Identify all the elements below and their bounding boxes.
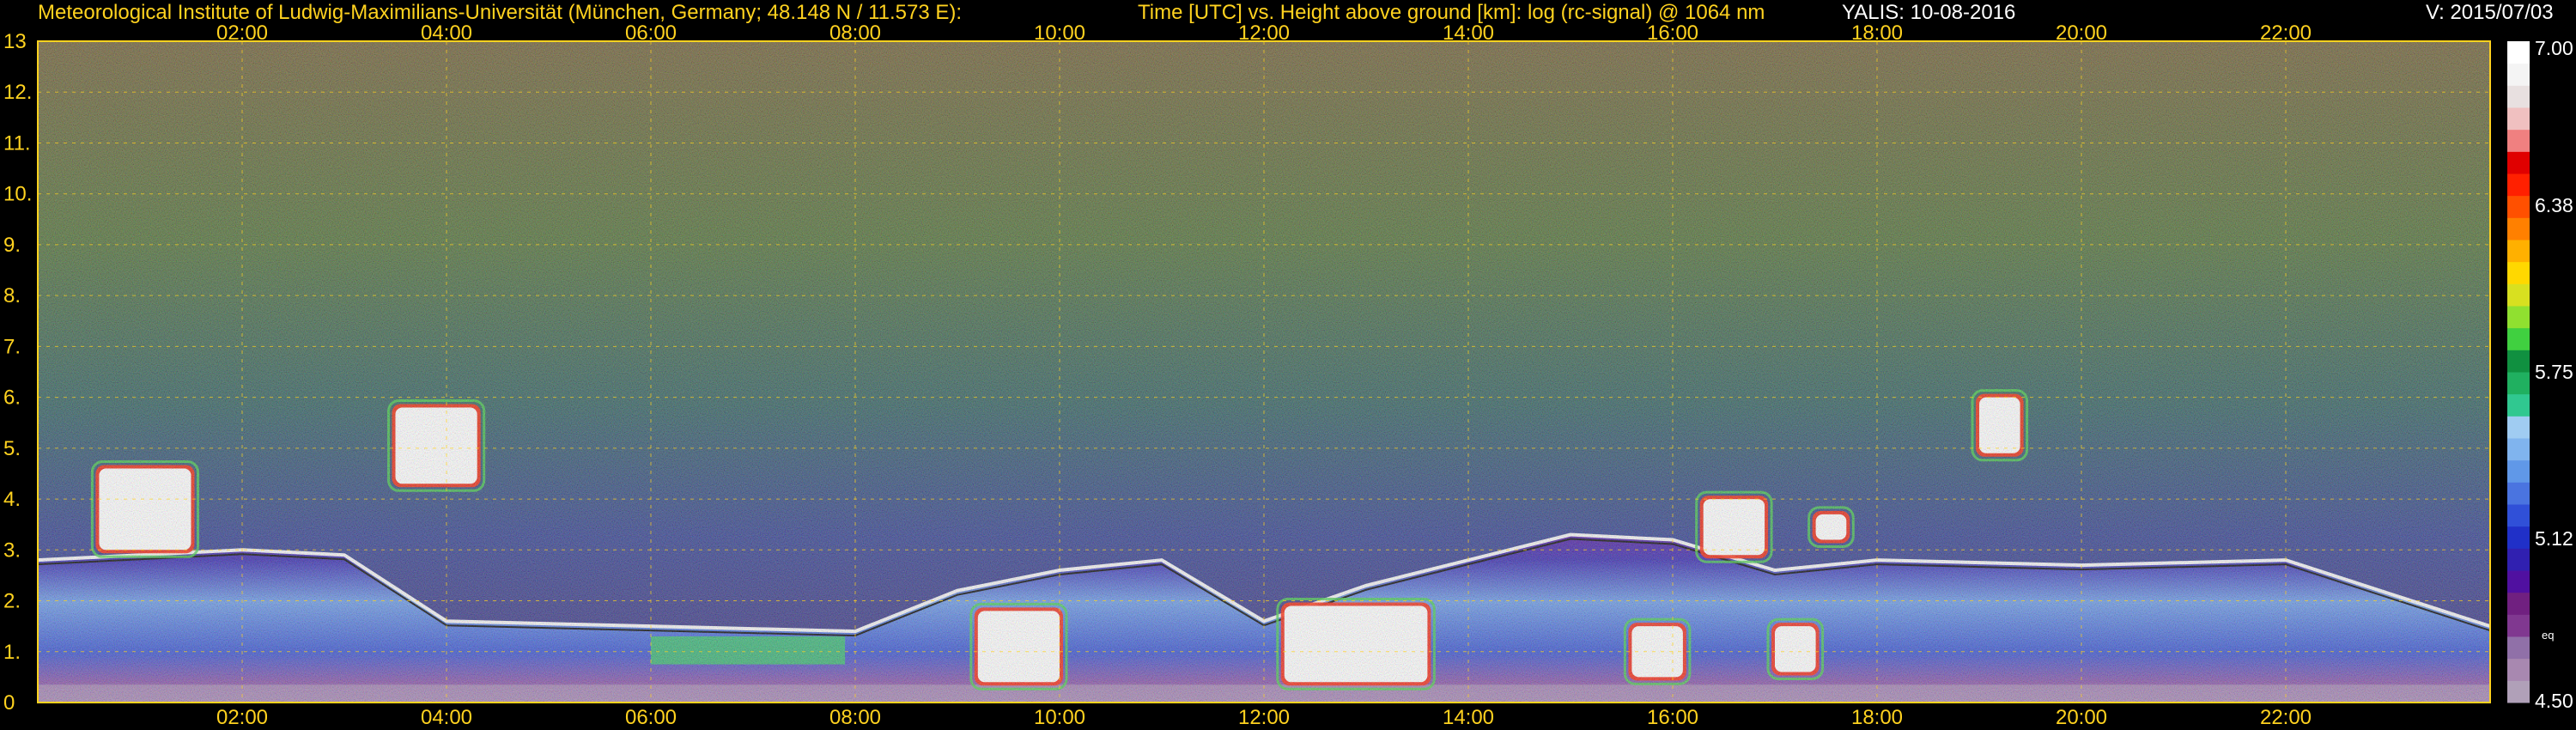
colorbar-swatch — [2507, 217, 2530, 240]
y-tick-label: 11. — [3, 131, 31, 155]
colorbar-swatches — [2507, 41, 2530, 703]
y-tick-label: 3. — [3, 538, 21, 562]
y-tick-label: 6. — [3, 386, 21, 410]
x-tick-label-bottom: 18:00 — [1851, 706, 1903, 729]
x-tick-label-bottom: 16:00 — [1647, 706, 1698, 729]
colorbar-swatch — [2507, 592, 2530, 615]
x-tick-label-bottom: 02:00 — [216, 706, 268, 729]
colorbar-extra-label: eq — [2542, 629, 2554, 642]
y-tick-label: 4. — [3, 488, 21, 511]
colorbar-tick-label: 5.75 — [2535, 361, 2573, 383]
colorbar-swatch — [2507, 173, 2530, 197]
colorbar-swatch — [2507, 438, 2530, 461]
x-tick-label-top: 12:00 — [1238, 21, 1290, 45]
colorbar-swatch — [2507, 151, 2530, 174]
y-tick-label: 1. — [3, 641, 21, 664]
y-tick-label: 2. — [3, 590, 21, 613]
y-axis: 0 1. 2. 3. 4. 5. 6. 7. 8. 9. 10. 11. 12. 13 — [3, 30, 32, 715]
colorbar-swatch — [2507, 240, 2530, 263]
colorbar-swatch — [2507, 195, 2530, 218]
colorbar-tick-label: 6.38 — [2535, 194, 2573, 216]
y-tick-label: 13 — [3, 30, 27, 53]
institute-label: Meteorological Institute of Ludwig-Maxim… — [38, 1, 962, 24]
x-tick-label-bottom: 06:00 — [625, 706, 677, 729]
y-tick-label: 5. — [3, 437, 21, 460]
colorbar-swatch — [2507, 548, 2530, 571]
colorbar-swatch — [2507, 459, 2530, 483]
x-tick-label-bottom: 12:00 — [1238, 706, 1290, 729]
x-tick-label-bottom: 10:00 — [1034, 706, 1085, 729]
colorbar-swatch — [2507, 570, 2530, 593]
colorbar-swatch — [2507, 63, 2530, 86]
colorbar-swatch — [2507, 393, 2530, 417]
colorbar-swatch — [2507, 107, 2530, 131]
colorbar-swatch — [2507, 306, 2530, 329]
colorbar-swatch — [2507, 129, 2530, 152]
x-axis-bottom: 02:00 04:00 06:00 08:00 10:00 12:00 14:00 16:00… — [216, 706, 2312, 729]
x-tick-label-top: 04:00 — [421, 21, 472, 45]
chart-title: Time [UTC] vs. Height above ground [km]:… — [1138, 1, 1765, 24]
x-tick-label-bottom: 08:00 — [829, 706, 881, 729]
station-date-label: YALIS: 10-08-2016 — [1842, 1, 2015, 24]
colorbar: 7.00 6.38 5.75 5.12 4.50 eq — [2507, 37, 2573, 712]
colorbar-swatch — [2507, 350, 2530, 373]
x-tick-label-bottom: 20:00 — [2056, 706, 2107, 729]
colorbar-swatch — [2507, 327, 2530, 350]
colorbar-swatch — [2507, 482, 2530, 505]
colorbar-tick-label: 4.50 — [2535, 690, 2573, 712]
colorbar-tick-label: 5.12 — [2535, 527, 2573, 550]
y-tick-label: 9. — [3, 234, 21, 257]
y-tick-label: 7. — [3, 335, 21, 358]
x-tick-label-top: 20:00 — [2056, 21, 2107, 45]
colorbar-swatch — [2507, 636, 2530, 660]
colorbar-labels: 7.00 6.38 5.75 5.12 4.50 eq — [2535, 37, 2573, 712]
y-tick-label: 10. — [3, 183, 32, 206]
y-tick-label: 0 — [3, 691, 15, 715]
colorbar-swatch — [2507, 283, 2530, 307]
x-tick-label-top: 18:00 — [1851, 21, 1903, 45]
colorbar-swatch — [2507, 504, 2530, 527]
plot-area — [37, 40, 2491, 703]
version-label: V: 2015/07/03 — [2426, 1, 2554, 24]
colorbar-swatch — [2507, 658, 2530, 681]
colorbar-swatch — [2507, 372, 2530, 395]
x-tick-label-top: 06:00 — [625, 21, 677, 45]
x-tick-label-top: 22:00 — [2260, 21, 2312, 45]
lidar-plot: Meteorological Institute of Ludwig-Maxim… — [3, 1, 2573, 729]
colorbar-swatch — [2507, 85, 2530, 108]
x-tick-label-bottom: 04:00 — [421, 706, 472, 729]
x-tick-label-top: 10:00 — [1034, 21, 1085, 45]
x-tick-label-top: 14:00 — [1443, 21, 1494, 45]
noise-overlay — [38, 41, 2490, 703]
y-tick-label: 12. — [3, 81, 32, 104]
x-tick-label-top: 08:00 — [829, 21, 881, 45]
colorbar-tick-label: 7.00 — [2535, 37, 2573, 59]
y-tick-label: 8. — [3, 284, 21, 307]
x-tick-label-top: 16:00 — [1647, 21, 1698, 45]
colorbar-swatch — [2507, 614, 2530, 637]
colorbar-swatch — [2507, 526, 2530, 549]
colorbar-swatch — [2507, 680, 2530, 703]
x-tick-label-bottom: 22:00 — [2260, 706, 2312, 729]
x-tick-label-bottom: 14:00 — [1443, 706, 1494, 729]
colorbar-swatch — [2507, 261, 2530, 284]
colorbar-swatch — [2507, 416, 2530, 439]
colorbar-swatch — [2507, 41, 2530, 64]
x-tick-label-top: 02:00 — [216, 21, 268, 45]
